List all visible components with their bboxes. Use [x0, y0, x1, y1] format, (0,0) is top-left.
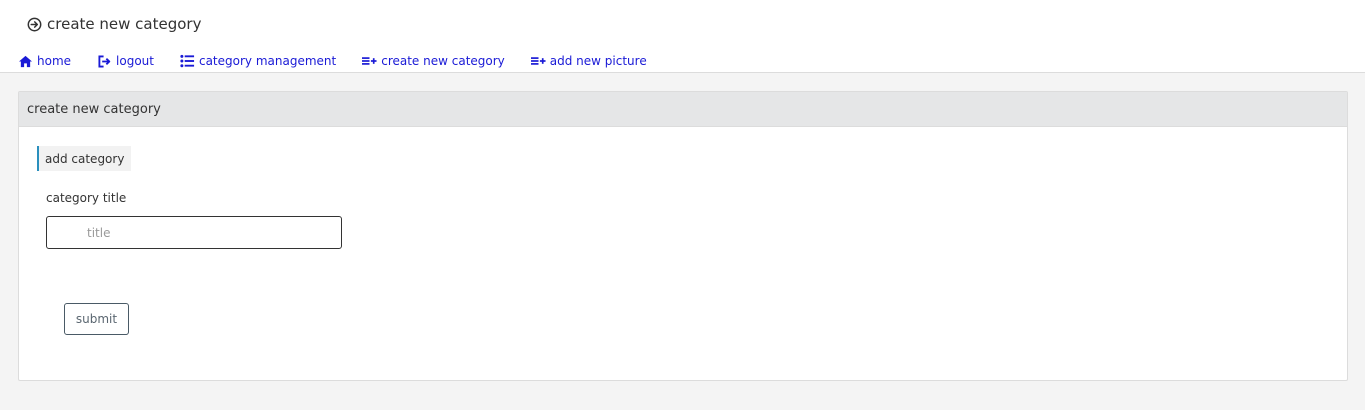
nav-category-management-link[interactable]: category management [180, 54, 336, 68]
page-title: create new category [47, 15, 202, 33]
section-label: add category [37, 146, 132, 171]
nav-logout-link[interactable]: logout [97, 54, 154, 68]
arrow-circle-right-icon [27, 17, 42, 32]
nav-create-new-category-link[interactable]: create new category [362, 54, 505, 68]
nav-add-new-picture-label: add new picture [549, 54, 647, 68]
nav-category-management-label: category management [198, 54, 337, 68]
category-title-input[interactable] [46, 216, 342, 249]
category-title-label: category title [46, 191, 127, 205]
list-icon [180, 54, 195, 68]
nav-logout-label: logout [116, 54, 154, 68]
nav-create-new-category-label: create new category [381, 54, 505, 68]
submit-button[interactable]: submit [64, 303, 129, 335]
nav-add-new-picture-link[interactable]: add new picture [530, 54, 647, 68]
top-bar: create new category home logout category… [0, 0, 1365, 73]
page-heading: create new category [27, 14, 201, 34]
nav-home-label: home [37, 54, 72, 68]
main-nav: home logout category management create n… [18, 52, 673, 70]
list-add-icon [530, 56, 546, 66]
panel-title: create new category [27, 101, 161, 117]
home-icon [18, 55, 33, 68]
logout-icon [97, 54, 112, 68]
list-add-icon [362, 56, 377, 66]
section-label-text: add category [45, 151, 125, 166]
create-category-panel: create new category add category categor… [18, 91, 1348, 381]
panel-header: create new category [19, 92, 1347, 127]
nav-home-link[interactable]: home [18, 54, 71, 68]
